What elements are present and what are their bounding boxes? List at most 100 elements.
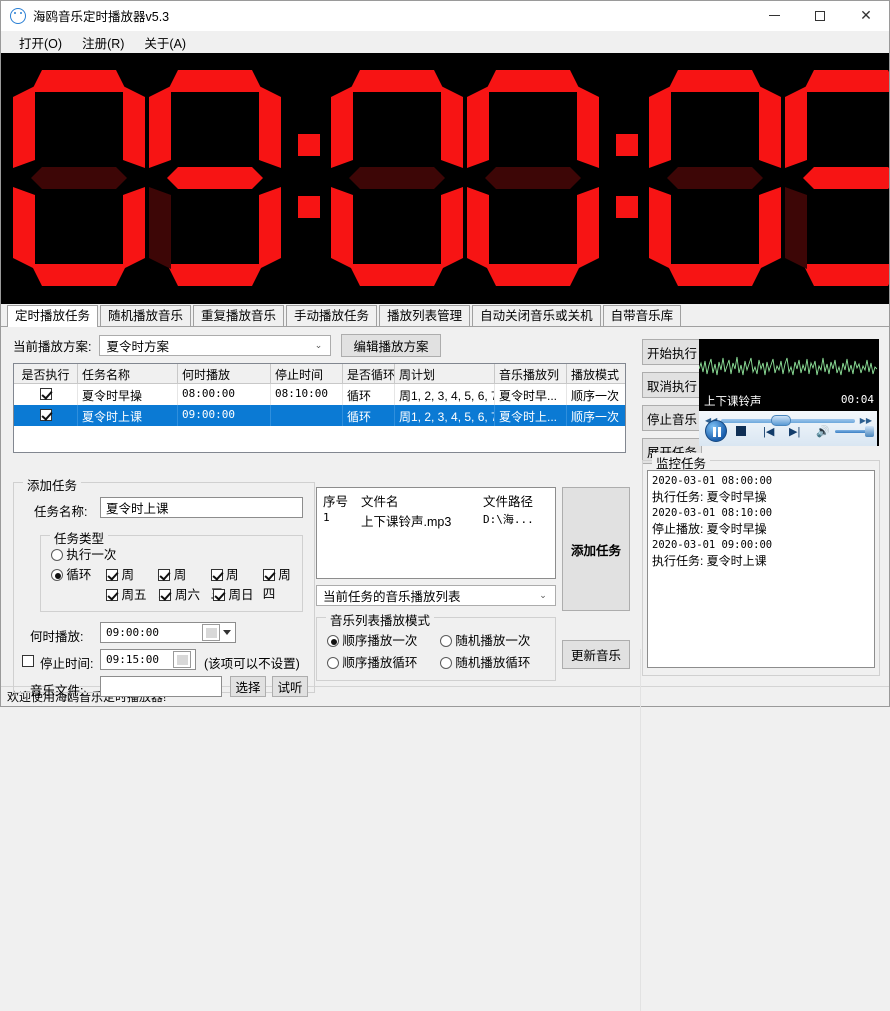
tab-0[interactable]: 定时播放任务 [7, 305, 98, 327]
weekday-checkbox-4[interactable]: 周五 [106, 584, 146, 603]
table-row[interactable]: 夏令时早操08:00:0008:10:00循环周1, 2, 3, 4, 5, 6… [14, 384, 625, 405]
task-grid[interactable]: 是否执行任务名称何时播放停止时间是否循环周计划音乐播放列播放模式 夏令时早操08… [13, 363, 626, 453]
volume-icon[interactable]: 🔊 [816, 425, 830, 438]
row-loop: 循环 [343, 384, 395, 405]
add-task-caption: 添加任务 [23, 475, 81, 494]
chevron-down-icon: ⌄ [310, 340, 326, 351]
task-type-loop-radio[interactable]: 循环 [51, 564, 91, 583]
checkbox-icon [263, 569, 275, 581]
close-button[interactable]: ✕ [843, 1, 889, 31]
tab-2[interactable]: 重复播放音乐 [193, 305, 284, 327]
row-loop: 循环 [343, 405, 395, 426]
pause-button[interactable] [705, 420, 727, 442]
add-task-button[interactable]: 添加任务 [562, 487, 630, 611]
led-digit-1 [149, 68, 281, 288]
left-panel: 当前播放方案: 夏令时方案 ⌄ 编辑播放方案 是否执行任务名称何时播放停止时间是… [1, 327, 637, 686]
task-type-group: 任务类型 执行一次 循环 周一 周二 周三 周四 周五 周六 周日 [40, 535, 303, 612]
grid-header-4[interactable]: 是否循环 [343, 364, 395, 383]
edit-scheme-button[interactable]: 编辑播放方案 [341, 334, 440, 357]
preview-button[interactable]: 试听 [272, 676, 308, 697]
previous-track-button[interactable]: |◀ [763, 425, 774, 438]
led-colon [285, 68, 331, 288]
file-list[interactable]: 序号 文件名 文件路径 1 上下课铃声.mp3 D:\海... [316, 487, 556, 579]
row-enabled-checkbox[interactable] [14, 384, 78, 405]
row-enabled-checkbox[interactable] [14, 405, 78, 426]
grid-header-3[interactable]: 停止时间 [271, 364, 343, 383]
player-controls: ◀◀ ▶▶ |◀ ▶| 🔊 [699, 411, 877, 446]
menu-open[interactable]: 打开(O) [9, 31, 72, 54]
play-mode-option-1[interactable]: 随机播放一次 [440, 630, 530, 649]
start-execute-button[interactable]: 开始执行 [642, 339, 702, 365]
radio-rand-loop-icon [440, 657, 452, 669]
grid-header-1[interactable]: 任务名称 [78, 364, 178, 383]
task-type-once-radio[interactable]: 执行一次 [51, 544, 116, 563]
update-music-button[interactable]: 更新音乐 [562, 640, 630, 669]
stop-time-label: 停止时间: [40, 653, 93, 672]
led-digit-7 [785, 68, 889, 288]
player-track-title: 上下课铃声 [704, 393, 762, 409]
play-time-dropdown-icon[interactable] [223, 630, 231, 635]
weekday-checkbox-6[interactable]: 周日 [213, 584, 253, 603]
cancel-execute-button[interactable]: 取消执行 [642, 372, 702, 398]
table-row[interactable]: 夏令时上课09:00:00循环周1, 2, 3, 4, 5, 6, 7夏令时上.… [14, 405, 625, 426]
stop-time-input[interactable]: 09:15:00 [100, 649, 196, 670]
checkbox-icon [213, 589, 225, 601]
weekday-checkbox-3[interactable]: 周四 [263, 564, 302, 602]
minimize-button[interactable] [751, 1, 797, 31]
play-time-spinner-icon[interactable] [202, 624, 220, 641]
file-list-row[interactable]: 1 上下课铃声.mp3 D:\海... [317, 511, 555, 530]
row-stop-time [271, 405, 343, 426]
task-name-label: 任务名称: [34, 501, 87, 520]
grid-header-0[interactable]: 是否执行 [14, 364, 78, 383]
checkbox-icon [106, 569, 118, 581]
log-line-1: 执行任务: 夏令时早操 [652, 489, 870, 505]
app-icon [10, 8, 26, 24]
stop-time-checkbox[interactable] [22, 655, 34, 667]
file-list-col-path: 文件路径 [483, 491, 533, 510]
play-mode-option-2[interactable]: 顺序播放循环 [327, 652, 417, 671]
row-task-name: 夏令时上课 [78, 405, 178, 426]
grid-header-7[interactable]: 播放模式 [567, 364, 625, 383]
select-file-button[interactable]: 选择 [230, 676, 266, 697]
player-button-row: |◀ ▶| 🔊 [705, 420, 875, 442]
row-playlist: 夏令时早... [495, 384, 567, 405]
weekday-label-4: 周五 [118, 588, 146, 602]
tab-1[interactable]: 随机播放音乐 [100, 305, 191, 327]
window-controls: ✕ [751, 1, 889, 31]
scheme-label: 当前播放方案: [13, 336, 91, 355]
grid-header-6[interactable]: 音乐播放列 [495, 364, 567, 383]
next-track-button[interactable]: ▶| [789, 425, 800, 438]
stop-music-button[interactable]: 停止音乐 [642, 405, 702, 431]
stop-time-hint: (该项可以不设置) [204, 653, 300, 672]
task-name-input[interactable]: 夏令时上课 [100, 497, 303, 518]
menu-register[interactable]: 注册(R) [72, 31, 134, 54]
play-mode-option-3[interactable]: 随机播放循环 [440, 652, 530, 671]
playlist-combo[interactable]: 当前任务的音乐播放列表 ⌄ [316, 585, 556, 606]
menu-about[interactable]: 关于(A) [134, 31, 196, 54]
file-list-col-index: 序号 [317, 491, 361, 510]
grid-header-2[interactable]: 何时播放 [178, 364, 271, 383]
weekday-checkbox-5[interactable]: 周六 [159, 584, 199, 603]
grid-header-5[interactable]: 周计划 [395, 364, 495, 383]
play-time-input[interactable]: 09:00:00 [100, 622, 236, 643]
stop-button[interactable] [736, 426, 746, 436]
tab-5[interactable]: 自动关闭音乐或关机 [472, 305, 601, 327]
tab-3[interactable]: 手动播放任务 [286, 305, 377, 327]
row-task-name: 夏令时早操 [78, 384, 178, 405]
tab-6[interactable]: 自带音乐库 [603, 305, 682, 327]
tab-4[interactable]: 播放列表管理 [379, 305, 470, 327]
maximize-button[interactable] [797, 1, 843, 31]
file-path: D:\海... [483, 511, 534, 530]
scheme-combo[interactable]: 夏令时方案 ⌄ [99, 335, 331, 356]
volume-thumb[interactable] [865, 426, 874, 437]
radio-seq-loop-icon [327, 657, 339, 669]
music-file-input[interactable] [100, 676, 222, 697]
play-mode-option-0[interactable]: 顺序播放一次 [327, 630, 417, 649]
add-task-group: 添加任务 任务名称: 夏令时上课 任务类型 执行一次 循环 周一 周二 周三 周… [13, 482, 315, 693]
monitor-log[interactable]: 2020-03-01 08:00:00执行任务: 夏令时早操2020-03-01… [647, 470, 875, 668]
media-player[interactable]: 上下课铃声 00:04 ◀◀ ▶▶ |◀ ▶| 🔊 [699, 339, 879, 446]
waveform-visualizer [699, 339, 877, 397]
checkbox-icon [158, 569, 170, 581]
player-time: 00:04 [841, 393, 874, 406]
stop-time-spinner-icon[interactable] [173, 651, 191, 668]
